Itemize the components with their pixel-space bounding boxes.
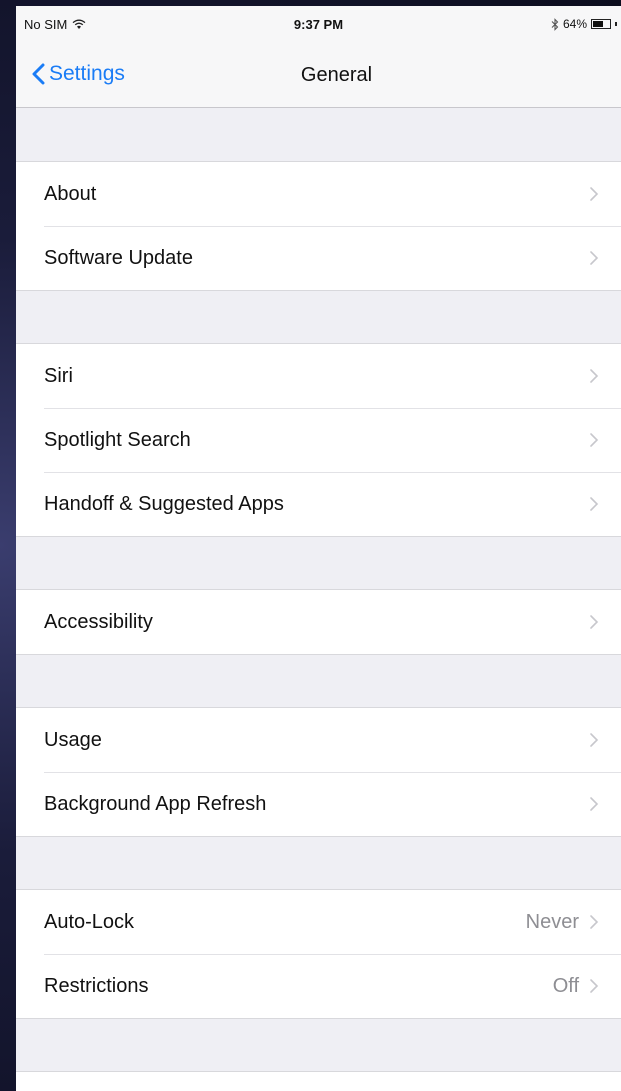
row-label: Accessibility: [44, 610, 153, 633]
row-label: Siri: [44, 364, 73, 387]
row-label: Spotlight Search: [44, 428, 191, 451]
battery-level: [593, 21, 604, 27]
row-handoff-and-suggested-apps[interactable]: Handoff & Suggested Apps: [16, 472, 621, 536]
row-about[interactable]: About: [16, 162, 621, 226]
row-spotlight-search[interactable]: Spotlight Search: [16, 408, 621, 472]
group-spacer: [16, 655, 621, 707]
settings-group: Accessibility: [16, 589, 621, 655]
row-date-and-time[interactable]: Date & Time: [16, 1072, 621, 1091]
settings-group: Siri Spotlight Search Handoff & Suggested …: [16, 343, 621, 537]
row-siri[interactable]: Siri: [16, 344, 621, 408]
chevron-right-icon: [590, 433, 599, 447]
chevron-right-icon: [590, 497, 599, 511]
row-label: Auto-Lock: [44, 910, 135, 933]
battery-icon: [591, 19, 611, 29]
row-restrictions[interactable]: Restrictions Off: [16, 954, 621, 1018]
row-software-update[interactable]: Software Update: [16, 226, 621, 290]
group-spacer: [16, 291, 621, 343]
chevron-right-icon: [590, 733, 599, 747]
row-label: Software Update: [44, 246, 193, 269]
status-right: 64%: [551, 17, 617, 31]
status-time: 9:37 PM: [293, 17, 344, 32]
chevron-right-icon: [590, 369, 599, 383]
status-bar: No SIM 9:37 PM 64%: [16, 6, 621, 42]
chevron-right-icon: [590, 187, 599, 201]
settings-list: About Software Update Siri Spotlight Search…: [16, 109, 621, 1091]
row-label: Restrictions: [44, 974, 149, 997]
group-spacer: [16, 837, 621, 889]
group-spacer: [16, 1019, 621, 1071]
row-label: Handoff & Suggested Apps: [44, 492, 284, 515]
page-title: General: [300, 64, 373, 86]
bluetooth-icon: [551, 17, 559, 31]
chevron-right-icon: [590, 615, 599, 629]
row-accessibility[interactable]: Accessibility: [16, 590, 621, 654]
phone-screen: No SIM 9:37 PM 64% Settings General Abou…: [16, 6, 621, 1091]
row-value: Never: [525, 910, 579, 933]
row-auto-lock[interactable]: Auto-Lock Never: [16, 890, 621, 954]
chevron-right-icon: [590, 915, 599, 929]
row-label: Usage: [44, 728, 102, 751]
settings-group: Usage Background App Refresh: [16, 707, 621, 837]
battery-percent: 64%: [562, 17, 587, 31]
group-spacer: [16, 109, 621, 161]
row-usage[interactable]: Usage: [16, 708, 621, 772]
chevron-right-icon: [590, 797, 599, 811]
settings-group: About Software Update: [16, 161, 621, 291]
row-background-app-refresh[interactable]: Background App Refresh: [16, 772, 621, 836]
chevron-right-icon: [590, 251, 599, 265]
settings-group: Date & Time: [16, 1071, 621, 1091]
row-label: About: [44, 182, 97, 205]
chevron-right-icon: [590, 979, 599, 993]
group-spacer: [16, 537, 621, 589]
settings-group: Auto-Lock Never Restrictions Off: [16, 889, 621, 1019]
navigation-bar: Settings General: [16, 42, 621, 108]
row-value: Off: [552, 974, 579, 997]
battery-tip: [615, 22, 617, 26]
row-label: Background App Refresh: [44, 792, 267, 815]
